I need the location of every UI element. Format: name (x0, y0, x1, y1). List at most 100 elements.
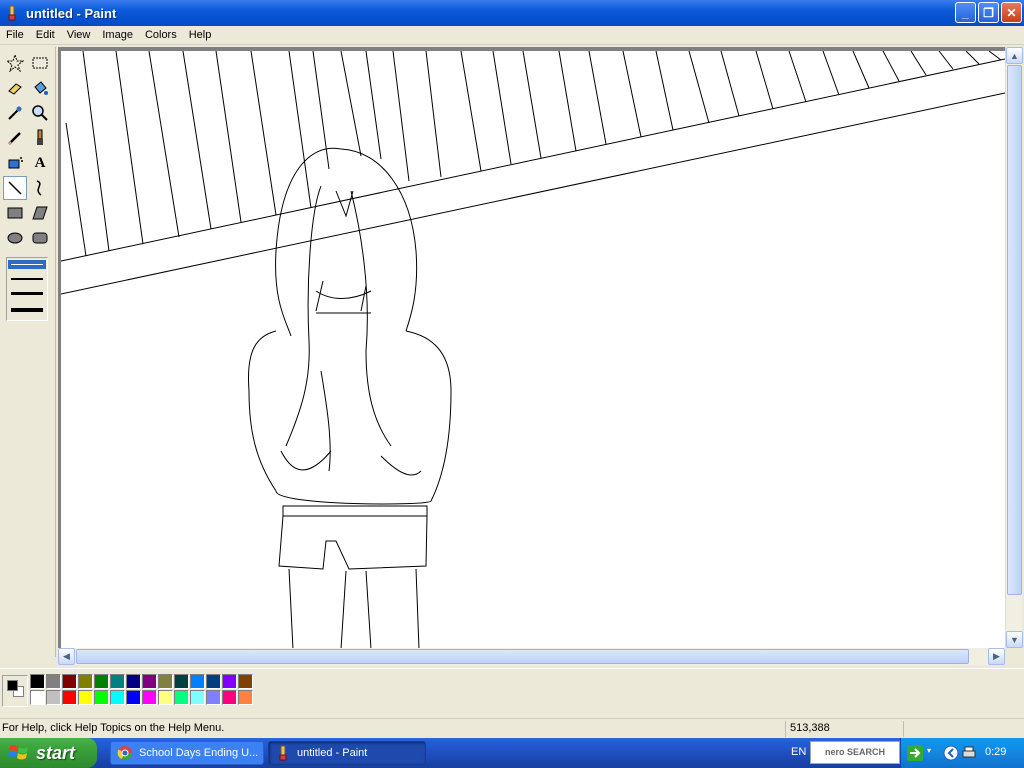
scroll-right-button[interactable]: ▶ (988, 648, 1005, 665)
tool-magnifier[interactable] (28, 101, 52, 125)
tool-free-form-select[interactable] (3, 51, 27, 75)
menu-colors[interactable]: Colors (139, 26, 183, 45)
color-box (0, 668, 1024, 714)
maximize-button[interactable]: ❐ (978, 2, 999, 23)
language-indicator[interactable]: EN (791, 746, 806, 758)
color-swatch[interactable] (126, 690, 141, 705)
scroll-left-button[interactable]: ◀ (58, 648, 75, 665)
tool-airbrush[interactable] (3, 151, 27, 175)
color-swatch[interactable] (110, 674, 125, 689)
color-swatch[interactable] (206, 674, 221, 689)
color-swatch[interactable] (238, 674, 253, 689)
tool-text[interactable]: A (28, 151, 52, 175)
paint-app-icon (8, 5, 16, 21)
arrow-icon[interactable] (907, 745, 923, 761)
taskbar: start School Days Ending U... untitled -… (0, 738, 1024, 768)
color-swatch[interactable] (78, 674, 93, 689)
tool-eraser[interactable] (3, 76, 27, 100)
status-help-text: For Help, click Help Topics on the Help … (2, 722, 225, 734)
start-label: start (36, 742, 76, 763)
start-button[interactable]: start (0, 738, 97, 768)
status-coordinates: 513,388 (790, 722, 830, 734)
taskbar-item-chrome[interactable]: School Days Ending U... (110, 741, 264, 765)
tool-rectangle[interactable] (3, 201, 27, 225)
rectangle-icon (7, 207, 23, 219)
tool-rounded-rectangle[interactable] (28, 226, 52, 250)
chevron-left-icon[interactable] (943, 745, 959, 761)
color-swatch[interactable] (222, 674, 237, 689)
eyedropper-icon (8, 106, 22, 120)
horizontal-scroll-thumb[interactable] (76, 649, 969, 664)
color-swatch[interactable] (30, 674, 45, 689)
color-swatch[interactable] (62, 674, 77, 689)
nero-search-box[interactable]: nero SEARCH (810, 741, 900, 764)
tool-curve[interactable] (28, 176, 52, 200)
menu-view[interactable]: View (61, 26, 97, 45)
color-swatch[interactable] (190, 674, 205, 689)
taskbar-item-label: School Days Ending U... (139, 747, 259, 759)
line-width-4[interactable] (11, 308, 43, 312)
tool-brush[interactable] (28, 126, 52, 150)
color-swatch[interactable] (30, 690, 45, 705)
curve-icon (36, 180, 42, 196)
status-bar: For Help, click Help Topics on the Help … (0, 718, 1024, 738)
horizontal-scrollbar[interactable]: ◀ ▶ (58, 648, 1005, 665)
menu-help[interactable]: Help (183, 26, 218, 45)
line-width-2[interactable] (11, 278, 43, 280)
polygon-icon (32, 206, 48, 220)
color-swatch[interactable] (110, 690, 125, 705)
vertical-scrollbar[interactable]: ▲ ▼ (1005, 47, 1023, 648)
color-swatch[interactable] (94, 674, 109, 689)
menu-bar: File Edit View Image Colors Help (0, 26, 1024, 45)
menu-edit[interactable]: Edit (30, 26, 61, 45)
printer-icon[interactable] (961, 745, 977, 761)
current-colors[interactable] (2, 675, 28, 707)
color-swatch[interactable] (158, 674, 173, 689)
color-swatch[interactable] (174, 690, 189, 705)
scroll-up-button[interactable]: ▲ (1006, 47, 1023, 64)
window-title: untitled - Paint (26, 5, 117, 21)
color-swatch[interactable] (142, 674, 157, 689)
tool-select[interactable] (28, 51, 52, 75)
color-swatch[interactable] (222, 690, 237, 705)
drawing-canvas[interactable] (60, 50, 1005, 648)
color-swatch[interactable] (94, 690, 109, 705)
color-swatch[interactable] (206, 690, 221, 705)
tool-line[interactable] (3, 176, 27, 200)
vertical-scroll-thumb[interactable] (1007, 65, 1022, 595)
tool-box: A (0, 47, 56, 657)
minimize-button[interactable]: _ (955, 2, 976, 23)
color-swatch[interactable] (142, 690, 157, 705)
tray-dropdown-icon[interactable]: ▾ (927, 746, 931, 755)
color-swatch[interactable] (46, 674, 61, 689)
menu-file[interactable]: File (0, 26, 30, 45)
color-swatch[interactable] (46, 690, 61, 705)
color-swatch[interactable] (158, 690, 173, 705)
rect-select-icon (32, 57, 48, 69)
line-width-1-stroke (11, 264, 43, 265)
scroll-corner (1005, 648, 1022, 665)
tool-ellipse[interactable] (3, 226, 27, 250)
color-swatch[interactable] (62, 690, 77, 705)
paint-icon (279, 745, 287, 761)
rounded-rect-icon (32, 232, 48, 244)
color-swatch[interactable] (78, 690, 93, 705)
color-swatch[interactable] (238, 690, 253, 705)
close-button[interactable]: ✕ (1001, 2, 1022, 23)
taskbar-item-paint[interactable]: untitled - Paint (268, 741, 426, 765)
menu-image[interactable]: Image (96, 26, 139, 45)
color-swatch[interactable] (190, 690, 205, 705)
tool-pick-color[interactable] (3, 101, 27, 125)
tool-pencil[interactable] (3, 126, 27, 150)
color-swatch[interactable] (174, 674, 189, 689)
line-width-3[interactable] (11, 292, 43, 295)
eraser-icon (8, 83, 22, 95)
line-width-options (6, 257, 48, 321)
color-swatch[interactable] (126, 674, 141, 689)
text-icon: A (34, 154, 46, 171)
line-icon (8, 181, 22, 195)
tool-polygon[interactable] (28, 201, 52, 225)
scroll-down-button[interactable]: ▼ (1006, 631, 1023, 648)
airbrush-icon (8, 157, 23, 169)
tool-fill[interactable] (28, 76, 52, 100)
